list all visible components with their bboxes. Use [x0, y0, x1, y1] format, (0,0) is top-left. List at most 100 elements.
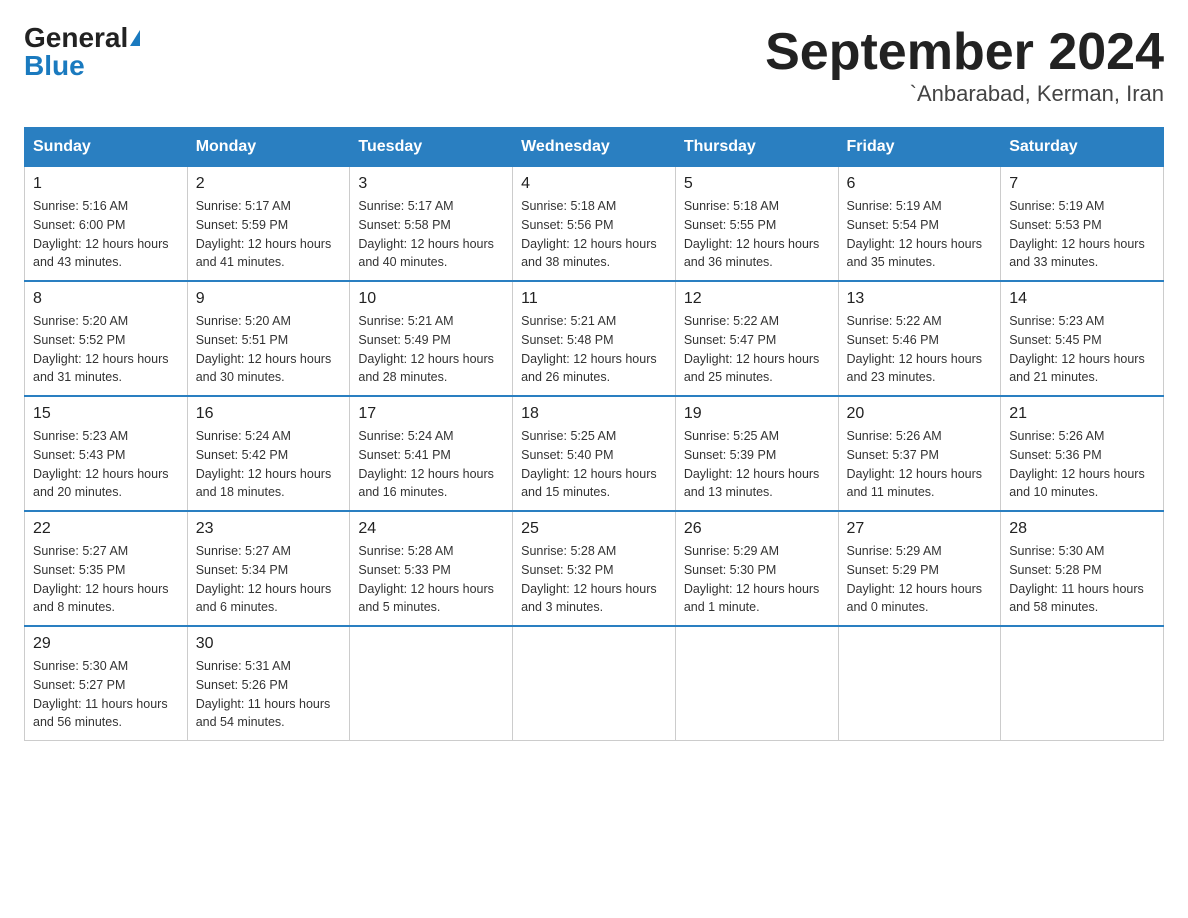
calendar-week-row: 8Sunrise: 5:20 AMSunset: 5:52 PMDaylight… [25, 281, 1164, 396]
daylight-text-line1: Daylight: 12 hours hours [684, 237, 820, 251]
day-number: 2 [196, 175, 342, 193]
sunrise-text: Sunrise: 5:25 AM [684, 429, 779, 443]
calendar-cell: 28Sunrise: 5:30 AMSunset: 5:28 PMDayligh… [1001, 511, 1164, 626]
calendar-cell: 4Sunrise: 5:18 AMSunset: 5:56 PMDaylight… [513, 167, 676, 282]
daylight-text-line1: Daylight: 12 hours hours [358, 467, 494, 481]
daylight-text-line1: Daylight: 12 hours hours [847, 582, 983, 596]
sunrise-text: Sunrise: 5:30 AM [33, 659, 128, 673]
calendar-cell: 9Sunrise: 5:20 AMSunset: 5:51 PMDaylight… [187, 281, 350, 396]
sunset-text: Sunset: 5:55 PM [684, 218, 776, 232]
title-block: September 2024 `Anbarabad, Kerman, Iran [765, 24, 1164, 107]
daylight-text-line2: and 33 minutes. [1009, 255, 1098, 269]
sunset-text: Sunset: 5:28 PM [1009, 563, 1101, 577]
day-info: Sunrise: 5:23 AMSunset: 5:45 PMDaylight:… [1009, 312, 1155, 387]
calendar-cell: 13Sunrise: 5:22 AMSunset: 5:46 PMDayligh… [838, 281, 1001, 396]
day-number: 22 [33, 520, 179, 538]
daylight-text-line2: and 16 minutes. [358, 485, 447, 499]
day-info: Sunrise: 5:17 AMSunset: 5:58 PMDaylight:… [358, 197, 504, 272]
day-info: Sunrise: 5:19 AMSunset: 5:53 PMDaylight:… [1009, 197, 1155, 272]
day-number: 20 [847, 405, 993, 423]
sunrise-text: Sunrise: 5:20 AM [196, 314, 291, 328]
day-number: 27 [847, 520, 993, 538]
daylight-text-line2: and 56 minutes. [33, 715, 122, 729]
daylight-text-line2: and 38 minutes. [521, 255, 610, 269]
day-info: Sunrise: 5:29 AMSunset: 5:29 PMDaylight:… [847, 542, 993, 617]
sunset-text: Sunset: 5:43 PM [33, 448, 125, 462]
calendar-cell: 21 Sunrise: 5:26 AMSunset: 5:36 PMDayligh… [1001, 396, 1164, 511]
sunrise-text: Sunrise: 5:26 AM [1009, 429, 1104, 443]
daylight-text-line2: and 8 minutes. [33, 600, 115, 614]
sunrise-text: Sunrise: 5:26 AM [847, 429, 942, 443]
day-info: Sunrise: 5:26 AMSunset: 5:37 PMDaylight:… [847, 427, 993, 502]
sunrise-text: Sunrise: 5:16 AM [33, 199, 128, 213]
calendar-cell: 15Sunrise: 5:23 AMSunset: 5:43 PMDayligh… [25, 396, 188, 511]
day-number: 4 [521, 175, 667, 193]
sunrise-text: Sunrise: 5:29 AM [847, 544, 942, 558]
calendar-cell: 14Sunrise: 5:23 AMSunset: 5:45 PMDayligh… [1001, 281, 1164, 396]
sunrise-text: Sunrise: 5:18 AM [684, 199, 779, 213]
day-number: 15 [33, 405, 179, 423]
day-number: 21 [1009, 405, 1155, 423]
daylight-text-line2: and 58 minutes. [1009, 600, 1098, 614]
daylight-text-line2: and 5 minutes. [358, 600, 440, 614]
sunrise-text: Sunrise: 5:17 AM [196, 199, 291, 213]
calendar-cell: 2Sunrise: 5:17 AMSunset: 5:59 PMDaylight… [187, 167, 350, 282]
day-number: 9 [196, 290, 342, 308]
sunrise-text: Sunrise: 5:19 AM [847, 199, 942, 213]
daylight-text-line1: Daylight: 12 hours hours [1009, 237, 1145, 251]
sunrise-text: Sunrise: 5:24 AM [196, 429, 291, 443]
daylight-text-line2: and 43 minutes. [33, 255, 122, 269]
daylight-text-line1: Daylight: 12 hours hours [1009, 467, 1145, 481]
day-info: Sunrise: 5:18 AM Sunset: 5:55 PM Daylight:… [684, 197, 830, 272]
daylight-text-line2: and 21 minutes. [1009, 370, 1098, 384]
day-info: Sunrise: 5:26 AMSunset: 5:36 PMDaylight:… [1009, 427, 1155, 502]
day-info: Sunrise: 5:27 AMSunset: 5:35 PMDaylight:… [33, 542, 179, 617]
calendar-cell: 6Sunrise: 5:19 AMSunset: 5:54 PMDaylight… [838, 167, 1001, 282]
daylight-text-line1: Daylight: 12 hours hours [196, 582, 332, 596]
daylight-text-line2: and 26 minutes. [521, 370, 610, 384]
sunset-text: Sunset: 5:27 PM [33, 678, 125, 692]
calendar-week-row: 29Sunrise: 5:30 AMSunset: 5:27 PMDayligh… [25, 626, 1164, 741]
daylight-text-line1: Daylight: 12 hours hours [847, 237, 983, 251]
daylight-text-line1: Daylight: 12 hours hours [684, 582, 820, 596]
day-info: Sunrise: 5:28 AMSunset: 5:32 PMDaylight:… [521, 542, 667, 617]
daylight-text-line2: and 10 minutes. [1009, 485, 1098, 499]
logo-triangle-icon [130, 30, 140, 46]
sunset-text: Sunset: 5:46 PM [847, 333, 939, 347]
sunrise-text: Sunrise: 5:21 AM [358, 314, 453, 328]
daylight-text-line1: Daylight: 12 hours hours [684, 467, 820, 481]
daylight-text-line1: Daylight: 12 hours hours [33, 467, 169, 481]
sunrise-text: Sunrise: 5:25 AM [521, 429, 616, 443]
daylight-text-line1: Daylight: 12 hours hours [358, 582, 494, 596]
day-number: 12 [684, 290, 830, 308]
daylight-text-line2: and 28 minutes. [358, 370, 447, 384]
daylight-text-line1: Daylight: 12 hours hours [521, 352, 657, 366]
calendar-cell: 20 Sunrise: 5:26 AMSunset: 5:37 PMDayligh… [838, 396, 1001, 511]
day-number: 6 [847, 175, 993, 193]
day-info: Sunrise: 5:20 AMSunset: 5:51 PMDaylight:… [196, 312, 342, 387]
daylight-text-line2: and 35 minutes. [847, 255, 936, 269]
daylight-text-line1: Daylight: 12 hours hours [358, 237, 494, 251]
sunrise-text: Sunrise: 5:24 AM [358, 429, 453, 443]
sunrise-text: Sunrise: 5:27 AM [33, 544, 128, 558]
day-number: 5 [684, 175, 830, 193]
day-number: 28 [1009, 520, 1155, 538]
sunset-text: Sunset: 5:26 PM [196, 678, 288, 692]
daylight-text-line1: Daylight: 11 hours hours [196, 697, 331, 711]
day-info: Sunrise: 5:22 AMSunset: 5:46 PMDaylight:… [847, 312, 993, 387]
sunset-text: Sunset: 5:51 PM [196, 333, 288, 347]
sunset-text: Sunset: 5:42 PM [196, 448, 288, 462]
day-number: 11 [521, 290, 667, 308]
weekday-header-tuesday: Tuesday [350, 128, 513, 167]
daylight-text-line1: Daylight: 12 hours hours [521, 237, 657, 251]
daylight-text-line2: and 30 minutes. [196, 370, 285, 384]
day-info: Sunrise: 5:21 AMSunset: 5:48 PMDaylight:… [521, 312, 667, 387]
calendar-cell [1001, 626, 1164, 741]
sunset-text: Sunset: 5:33 PM [358, 563, 450, 577]
day-info: Sunrise: 5:31 AMSunset: 5:26 PMDaylight:… [196, 657, 342, 732]
day-info: Sunrise: 5:25 AMSunset: 5:39 PMDaylight:… [684, 427, 830, 502]
logo-blue-text: Blue [24, 52, 85, 80]
sunset-text: Sunset: 5:48 PM [521, 333, 613, 347]
month-year-title: September 2024 [765, 24, 1164, 81]
calendar-cell: 7Sunrise: 5:19 AMSunset: 5:53 PMDaylight… [1001, 167, 1164, 282]
